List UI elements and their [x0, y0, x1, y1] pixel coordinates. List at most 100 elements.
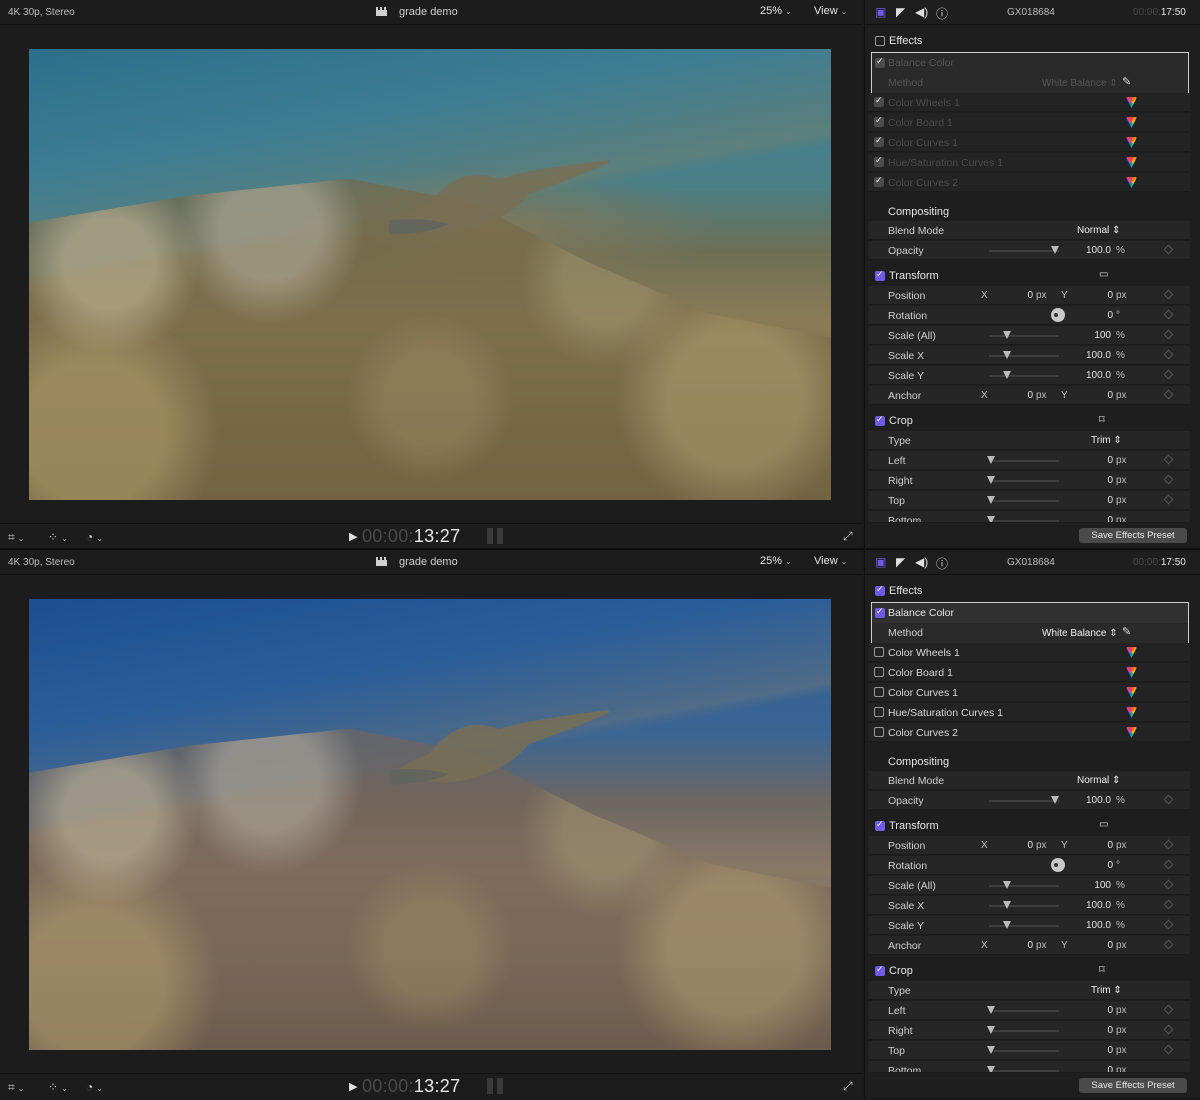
effect-checkbox[interactable]: [874, 95, 884, 107]
effect-row[interactable]: Color Wheels 1: [869, 93, 1190, 112]
keyframe-icon[interactable]: [1163, 794, 1174, 805]
slider-knob[interactable]: [987, 516, 995, 522]
color-mask-icon[interactable]: [1126, 647, 1137, 658]
speed-icon[interactable]: ◔ ⌄: [86, 530, 103, 544]
position-x-value[interactable]: 0: [1009, 840, 1033, 851]
fullscreen-icon[interactable]: ⤢: [843, 529, 853, 544]
color-mask-icon[interactable]: [1126, 157, 1137, 168]
slider-knob[interactable]: [987, 1066, 995, 1072]
keyframe-icon[interactable]: [1163, 1024, 1174, 1035]
effect-checkbox[interactable]: [874, 155, 884, 167]
effect-row[interactable]: Hue/Saturation Curves 1: [869, 703, 1190, 722]
scale-all-value[interactable]: 100: [1085, 880, 1111, 891]
transform-checkbox[interactable]: [875, 819, 885, 831]
slider-knob[interactable]: [987, 1046, 995, 1054]
audio-inspector-icon[interactable]: ◀): [915, 5, 928, 19]
position-y-value[interactable]: 0: [1089, 840, 1113, 851]
keyframe-icon[interactable]: [1163, 879, 1174, 890]
slider-knob[interactable]: [987, 1006, 995, 1014]
effects-checkbox[interactable]: [875, 36, 885, 46]
anchor-y-value[interactable]: 0: [1089, 390, 1113, 401]
slider-knob[interactable]: [1051, 796, 1059, 804]
slider-knob[interactable]: [1051, 246, 1059, 254]
keyframe-icon[interactable]: [1163, 474, 1174, 485]
zoom-menu[interactable]: 25% ⌄: [760, 555, 792, 567]
color-mask-icon[interactable]: [1126, 727, 1137, 738]
video-frame[interactable]: [29, 49, 831, 500]
crop-left-value[interactable]: 0: [1089, 455, 1113, 466]
keyframe-icon[interactable]: [1163, 919, 1174, 930]
crop-left-value[interactable]: 0: [1089, 1005, 1113, 1016]
effect-checkbox[interactable]: [874, 135, 884, 147]
opacity-slider[interactable]: [989, 796, 1059, 804]
eyedropper-icon[interactable]: ✎: [1122, 75, 1131, 88]
position-x-value[interactable]: 0: [1009, 290, 1033, 301]
crop-header[interactable]: Crop ⌑: [869, 961, 1195, 981]
slider-knob[interactable]: [1003, 371, 1011, 379]
scale-x-value[interactable]: 100.0: [1077, 350, 1111, 361]
slider-knob[interactable]: [1003, 901, 1011, 909]
crop-top-value[interactable]: 0: [1089, 495, 1113, 506]
crop-bottom-value[interactable]: 0: [1089, 1065, 1113, 1072]
video-inspector-icon[interactable]: ▣: [875, 5, 886, 19]
keyframe-icon[interactable]: [1163, 1044, 1174, 1055]
scale-all-slider[interactable]: [989, 881, 1059, 889]
keyframe-icon[interactable]: [1163, 289, 1174, 300]
blend-mode-popup[interactable]: Normal ⇕: [1077, 775, 1120, 786]
method-popup[interactable]: White Balance ⇕: [1042, 78, 1118, 89]
crop-bottom-slider[interactable]: [987, 516, 1059, 522]
keyframe-icon[interactable]: [1163, 389, 1174, 400]
save-effects-preset-button[interactable]: Save Effects Preset: [1079, 1078, 1187, 1093]
effect-checkbox[interactable]: [874, 687, 884, 697]
play-icon[interactable]: ▶: [349, 1080, 357, 1093]
keyframe-icon[interactable]: [1163, 244, 1174, 255]
crop-icon[interactable]: ⌗ ⌄: [8, 530, 24, 545]
audio-inspector-icon[interactable]: ◀): [915, 555, 928, 569]
balance-color-checkbox[interactable]: [875, 56, 885, 68]
play-icon[interactable]: ▶: [349, 530, 357, 543]
effect-row[interactable]: Color Board 1: [869, 113, 1190, 132]
video-inspector-icon[interactable]: ▣: [875, 555, 886, 569]
blend-mode-popup[interactable]: Normal ⇕: [1077, 225, 1120, 236]
effect-row[interactable]: Color Curves 1: [869, 683, 1190, 702]
crop-right-slider[interactable]: [987, 1026, 1059, 1034]
crop-right-value[interactable]: 0: [1089, 1025, 1113, 1036]
color-inspector-icon[interactable]: ◤: [896, 555, 905, 569]
slider-knob[interactable]: [987, 496, 995, 504]
crop-type-popup[interactable]: Trim ⇕: [1091, 985, 1122, 996]
keyframe-icon[interactable]: [1163, 349, 1174, 360]
crop-onscreen-icon[interactable]: ⌑: [1099, 413, 1105, 426]
keyframe-icon[interactable]: [1163, 309, 1174, 320]
balance-color-checkbox[interactable]: [875, 606, 885, 618]
slider-knob[interactable]: [1003, 331, 1011, 339]
crop-icon[interactable]: ⌗ ⌄: [8, 1080, 24, 1095]
crop-right-slider[interactable]: [987, 476, 1059, 484]
transform-header[interactable]: Transform ▭: [869, 816, 1195, 836]
slider-knob[interactable]: [987, 1026, 995, 1034]
crop-type-popup[interactable]: Trim ⇕: [1091, 435, 1122, 446]
effects-checkbox[interactable]: [875, 584, 885, 596]
rotation-value[interactable]: 0: [1089, 310, 1113, 321]
method-popup[interactable]: White Balance ⇕: [1042, 628, 1118, 639]
color-mask-icon[interactable]: [1126, 667, 1137, 678]
scale-x-slider[interactable]: [989, 901, 1059, 909]
scale-x-slider[interactable]: [989, 351, 1059, 359]
scale-all-value[interactable]: 100: [1085, 330, 1111, 341]
effects-header[interactable]: Effects: [869, 581, 1195, 601]
view-menu[interactable]: View ⌄: [814, 5, 847, 17]
effect-row[interactable]: Color Board 1: [869, 663, 1190, 682]
transform-onscreen-icon[interactable]: ▭: [1099, 819, 1108, 830]
crop-top-slider[interactable]: [987, 1046, 1059, 1054]
color-inspector-icon[interactable]: ◤: [896, 5, 905, 19]
keyframe-icon[interactable]: [1163, 1004, 1174, 1015]
crop-bottom-value[interactable]: 0: [1089, 515, 1113, 522]
info-inspector-icon[interactable]: ⓘ: [936, 5, 948, 22]
scale-y-slider[interactable]: [989, 371, 1059, 379]
scale-all-slider[interactable]: [989, 331, 1059, 339]
color-mask-icon[interactable]: [1126, 97, 1137, 108]
balance-color-panel[interactable]: Balance Color Method White Balance ⇕ ✎: [871, 602, 1189, 644]
eyedropper-icon[interactable]: ✎: [1122, 625, 1131, 638]
save-effects-preset-button[interactable]: Save Effects Preset: [1079, 528, 1187, 543]
rotation-dial[interactable]: [1051, 858, 1065, 872]
keyframe-icon[interactable]: [1163, 454, 1174, 465]
